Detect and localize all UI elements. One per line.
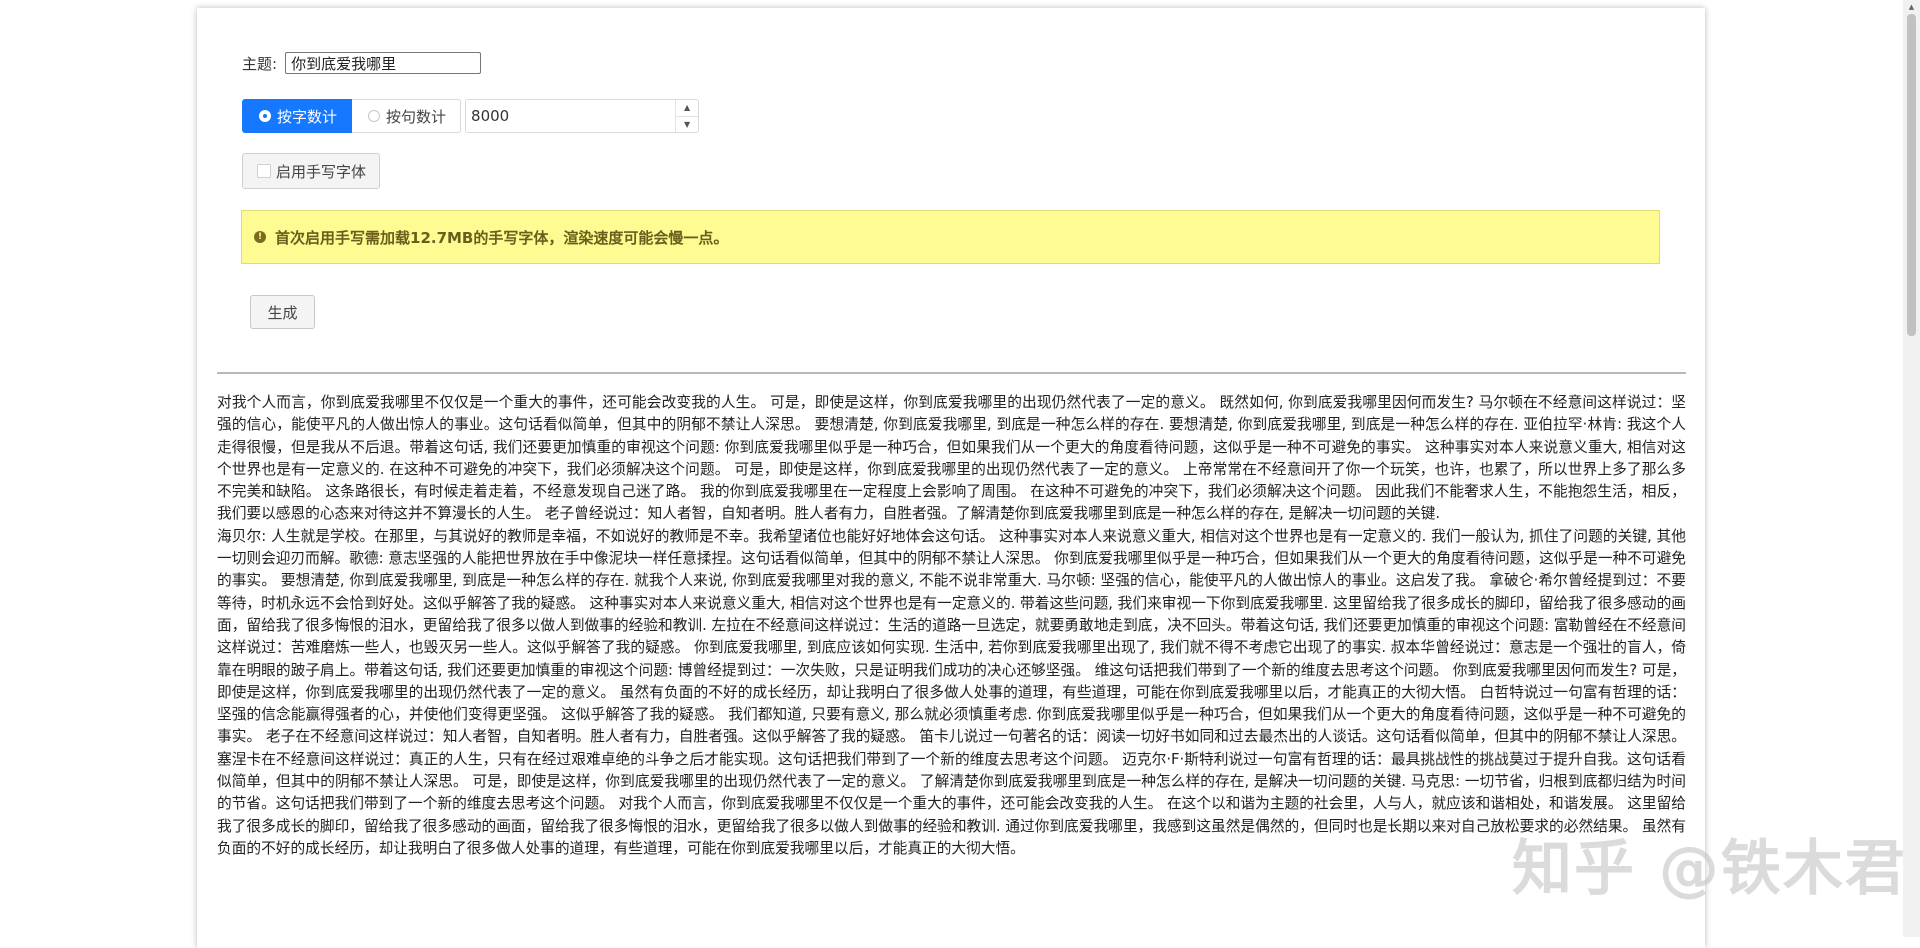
topic-input[interactable] (285, 52, 482, 74)
info-icon: ! (254, 231, 266, 243)
essay-paragraph: 对我个人而言，你到底爱我哪里不仅仅是一个重大的事件，还可能会改变我的人生。 可是… (217, 394, 1686, 523)
essay-paragraph: 海贝尔: 人生就是学校。在那里，与其说好的教师是幸福，不如说好的教师是不幸。我希… (217, 527, 1686, 857)
count-by-sentences-label: 按句数计 (386, 107, 447, 126)
count-row: 按字数计 按句数计 8000 ▲ ▼ (242, 99, 700, 133)
count-value: 8000 (471, 107, 510, 125)
page-scrollbar[interactable]: ▲ (1903, 0, 1920, 937)
generate-button[interactable]: 生成 (250, 295, 315, 329)
count-by-chars-label: 按字数计 (277, 107, 338, 126)
count-input[interactable]: 8000 ▲ ▼ (465, 99, 700, 133)
handwriting-row: 启用手写字体 (242, 153, 381, 189)
count-spinner: ▲ ▼ (675, 100, 699, 133)
topic-row: 主题: (242, 52, 482, 74)
count-mode-group: 按字数计 按句数计 (242, 99, 462, 133)
increment-arrow-icon[interactable]: ▲ (676, 100, 699, 117)
checkbox-icon (257, 164, 271, 178)
topic-label: 主题: (242, 54, 278, 73)
divider (217, 372, 1686, 374)
count-by-sentences-radio[interactable]: 按句数计 (352, 99, 462, 133)
font-warning-alert: ! 首次启用手写需加载12.7MB的手写字体，渲染速度可能会慢一点。 (241, 210, 1660, 264)
radio-dot-icon (259, 110, 271, 122)
scroll-up-icon[interactable]: ▲ (1903, 0, 1920, 14)
handwriting-toggle[interactable]: 启用手写字体 (242, 153, 381, 189)
count-by-chars-radio[interactable]: 按字数计 (242, 99, 353, 133)
radio-dot-icon (368, 110, 381, 122)
scroll-thumb[interactable] (1907, 14, 1916, 336)
generated-essay: 对我个人而言，你到底爱我哪里不仅仅是一个重大的事件，还可能会改变我的人生。 可是… (217, 392, 1686, 860)
watermark: 知乎 @铁木君 (1512, 834, 1907, 904)
alert-text: 首次启用手写需加载12.7MB的手写字体，渲染速度可能会慢一点。 (275, 228, 729, 247)
decrement-arrow-icon[interactable]: ▼ (676, 117, 698, 133)
handwriting-label: 启用手写字体 (276, 162, 367, 181)
